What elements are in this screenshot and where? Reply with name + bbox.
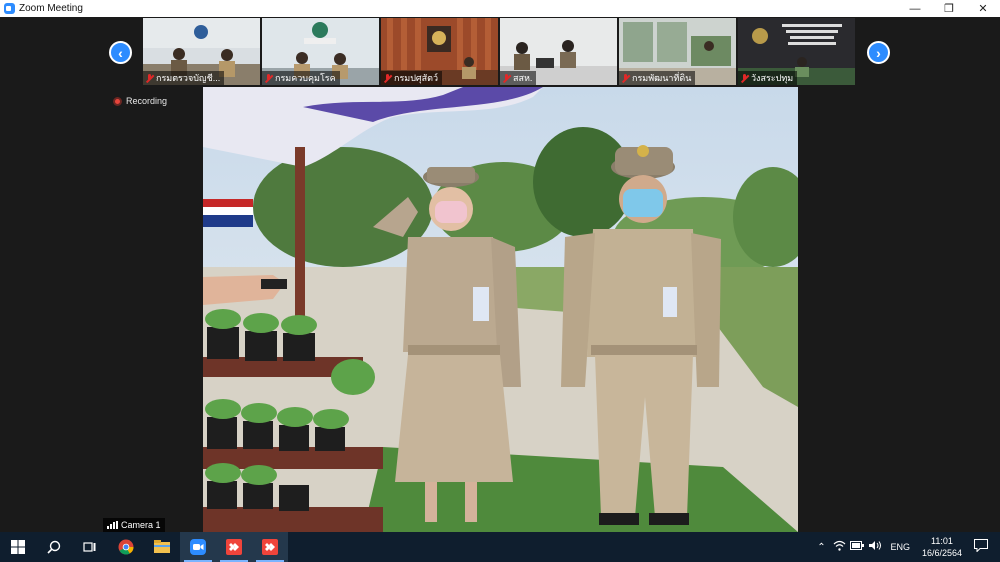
anydesk-icon <box>226 539 242 555</box>
clock-date: 16/6/2564 <box>921 548 962 558</box>
participant-name-label: วังสระปทุม <box>738 71 798 85</box>
participant-name-label: กรมพัฒนาที่ดิน <box>619 71 696 85</box>
participant-tile[interactable]: สสห. <box>500 18 617 85</box>
mic-off-icon <box>383 73 392 83</box>
gallery-strip: กรมตรวจบัญชี... กรมควบคุมโรค กรมปศุสัตว์… <box>143 18 859 85</box>
participant-tile[interactable]: วังสระปทุม <box>738 18 855 85</box>
camera-label: Camera 1 <box>103 518 165 532</box>
zoom-icon <box>190 539 206 555</box>
window-title: Zoom Meeting <box>19 3 83 14</box>
chevron-up-icon[interactable]: ⌃ <box>812 542 830 553</box>
taskbar-search-button[interactable] <box>36 532 72 562</box>
anydesk-icon <box>262 539 278 555</box>
window-controls: — ❐ ✕ <box>898 0 1000 17</box>
participant-name-label: กรมควบคุมโรค <box>262 71 340 85</box>
participant-tile[interactable]: กรมปศุสัตว์ <box>381 18 498 85</box>
participant-tile[interactable]: กรมพัฒนาที่ดิน <box>619 18 736 85</box>
participant-tile[interactable]: กรมตรวจบัญชี... <box>143 18 260 85</box>
wifi-icon[interactable] <box>830 540 848 554</box>
file-explorer-icon <box>154 540 170 553</box>
minimize-button[interactable]: — <box>898 0 932 17</box>
mic-off-icon <box>502 73 511 83</box>
chrome-icon <box>118 539 134 555</box>
zoom-taskbar-button[interactable] <box>180 532 216 562</box>
windows-start-button[interactable] <box>0 532 36 562</box>
search-icon <box>47 540 61 554</box>
restore-button[interactable]: ❐ <box>932 0 966 17</box>
signal-strength-icon <box>107 521 118 529</box>
taskbar-clock[interactable]: 11:01 16/6/2564 <box>922 535 962 559</box>
gallery-prev-button[interactable]: ‹ <box>109 41 132 64</box>
volume-icon[interactable] <box>866 540 884 554</box>
gallery-next-button[interactable]: › <box>867 41 890 64</box>
file-explorer-taskbar-button[interactable] <box>144 532 180 562</box>
notifications-icon[interactable] <box>972 539 990 555</box>
system-tray: ⌃ ENG 11:01 16/6/2564 <box>812 532 1000 562</box>
recording-indicator: Recording <box>113 96 167 106</box>
input-language-indicator[interactable]: ENG <box>890 542 910 552</box>
battery-icon[interactable] <box>848 541 866 553</box>
speaker-video-scene <box>203 87 798 532</box>
windows-start-icon <box>11 540 25 554</box>
recording-label: Recording <box>126 96 168 106</box>
mic-off-icon <box>264 73 273 83</box>
mic-off-icon <box>145 73 154 83</box>
chrome-taskbar-button[interactable] <box>108 532 144 562</box>
meeting-area: ‹ กรมตรวจบัญชี... กรมควบคุมโรค กรมปศุสัต… <box>0 17 1000 532</box>
close-button[interactable]: ✕ <box>966 0 1000 17</box>
taskbar: ⌃ ENG 11:01 16/6/2564 <box>0 532 1000 562</box>
participant-name-label: กรมตรวจบัญชี... <box>143 71 225 85</box>
mic-off-icon <box>740 73 749 83</box>
participant-name-label: สสห. <box>500 71 537 85</box>
window-titlebar: Zoom Meeting — ❐ ✕ <box>0 0 1000 17</box>
main-video <box>203 87 798 532</box>
chevron-left-icon: ‹ <box>118 44 123 61</box>
clock-time: 11:01 <box>931 536 953 546</box>
participant-tile[interactable]: กรมควบคุมโรค <box>262 18 379 85</box>
anydesk-taskbar-button-2[interactable] <box>252 532 288 562</box>
record-icon <box>113 96 122 106</box>
chevron-right-icon: › <box>876 44 881 61</box>
task-view-icon <box>83 542 96 552</box>
zoom-app-icon <box>4 3 15 14</box>
participant-name-label: กรมปศุสัตว์ <box>381 71 443 85</box>
mic-off-icon <box>621 73 630 83</box>
task-view-button[interactable] <box>72 532 108 562</box>
anydesk-taskbar-button-1[interactable] <box>216 532 252 562</box>
